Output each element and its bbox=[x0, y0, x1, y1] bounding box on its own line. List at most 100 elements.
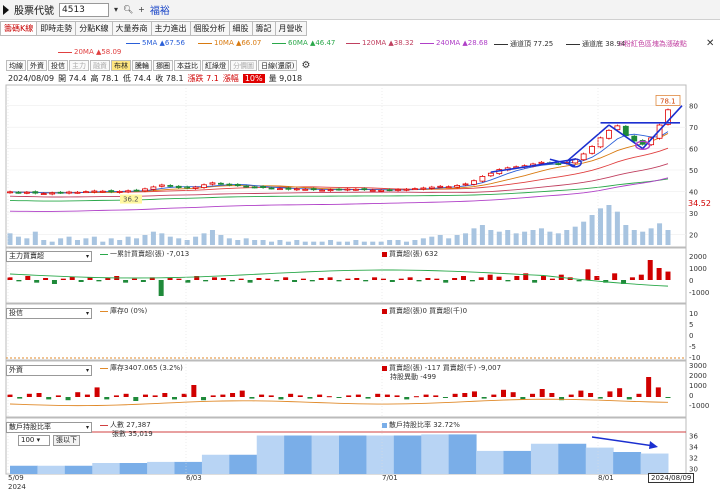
main-force-bar bbox=[469, 280, 475, 282]
candle-body bbox=[606, 129, 612, 139]
foreign-bar bbox=[26, 393, 32, 397]
volume-bar bbox=[184, 240, 190, 245]
retail-ratio-bar bbox=[64, 465, 93, 474]
candle-body bbox=[23, 191, 30, 194]
retail-ratio-bar bbox=[339, 435, 367, 474]
main-force-bar bbox=[425, 278, 431, 280]
volume-bar bbox=[378, 241, 384, 245]
main-force-bar bbox=[176, 278, 182, 280]
candle-body bbox=[445, 186, 452, 189]
volume-bar bbox=[142, 235, 148, 245]
foreign-bar bbox=[268, 395, 274, 397]
candle-body bbox=[386, 189, 393, 192]
main-force-bar bbox=[532, 280, 538, 283]
main-force-bar bbox=[585, 269, 591, 280]
main-force-bar bbox=[256, 278, 262, 280]
holders-axis-label: 32 bbox=[689, 455, 698, 463]
main-force-select[interactable]: 主力買賣超 ▾ bbox=[6, 250, 92, 262]
holders-select[interactable]: 散戶持股比率 ▾ bbox=[6, 421, 92, 433]
foreign-bar bbox=[578, 390, 584, 397]
volume-bar bbox=[49, 241, 55, 245]
candle-body bbox=[32, 191, 39, 194]
foreign-bar bbox=[278, 397, 284, 400]
foreign-bar bbox=[471, 391, 477, 397]
volume-bar bbox=[446, 238, 452, 245]
retail-ratio-bar bbox=[256, 435, 285, 474]
main-force-bar bbox=[140, 280, 146, 282]
foreign-hold: 庫存3407.065 (3.2%) bbox=[100, 363, 183, 373]
retail-ratio-bar bbox=[37, 465, 66, 474]
x-label-3: 8/01 bbox=[598, 474, 614, 482]
volume-bar bbox=[134, 238, 140, 245]
foreign-bar bbox=[220, 394, 226, 397]
main-force-bar bbox=[372, 277, 378, 280]
holders-controls: 100 ▾ 張以下 bbox=[18, 435, 80, 446]
volume-bar bbox=[606, 205, 612, 245]
trend-arrow-head bbox=[649, 441, 658, 449]
candle-body bbox=[108, 190, 115, 193]
volume-bar bbox=[547, 231, 553, 245]
foreign-select[interactable]: 外資 ▾ bbox=[6, 364, 92, 376]
foreign-bar bbox=[142, 394, 148, 397]
main-force-bar bbox=[265, 278, 271, 280]
volume-bar bbox=[344, 241, 350, 245]
main-force-bar bbox=[96, 280, 102, 282]
foreign-axis-label: 0 bbox=[689, 392, 693, 400]
main-force-bar bbox=[212, 277, 218, 280]
volume-bar bbox=[302, 241, 308, 245]
price-axis-label: 30 bbox=[689, 210, 698, 218]
foreign-bar bbox=[365, 397, 371, 399]
main-force-bar bbox=[363, 280, 369, 282]
main-force-bar bbox=[327, 277, 333, 280]
candle-body bbox=[74, 191, 81, 194]
main-force-bar bbox=[60, 278, 66, 280]
volume-bar bbox=[311, 241, 317, 245]
main-force-bar bbox=[220, 278, 226, 280]
main-force-bar bbox=[105, 278, 111, 280]
main-force-bar bbox=[158, 280, 164, 296]
volume-bar bbox=[555, 233, 561, 245]
holders-unit-button[interactable]: 張以下 bbox=[53, 435, 80, 446]
candle-body bbox=[184, 186, 191, 189]
retail-ratio-bar bbox=[284, 435, 313, 474]
volume-bar bbox=[353, 240, 359, 245]
main-force-cum: 一累計買賣超(張) -7,013 bbox=[100, 249, 189, 259]
x-label-1: 6/03 bbox=[186, 474, 202, 482]
volume-bar bbox=[572, 226, 578, 245]
main-force-bar bbox=[78, 280, 84, 282]
trust-net: 買賣超(張)0 買賣超(千)0 bbox=[382, 306, 467, 316]
foreign-bar bbox=[510, 392, 516, 397]
foreign-bar bbox=[568, 394, 574, 397]
main-force-axis-label: 2000 bbox=[689, 253, 707, 261]
foreign-bar bbox=[230, 393, 236, 397]
foreign-bar bbox=[75, 392, 81, 397]
foreign-bar bbox=[626, 397, 632, 400]
candle-body bbox=[336, 188, 342, 191]
volume-bar bbox=[294, 240, 300, 245]
main-force-net: 買賣超(張) 632 bbox=[382, 249, 438, 259]
high-price-tag-text: 78.1 bbox=[660, 97, 676, 105]
trend-arrow-line bbox=[591, 436, 655, 447]
candle-body bbox=[192, 186, 199, 189]
candle-body bbox=[471, 180, 477, 185]
foreign-bar bbox=[394, 395, 400, 397]
retail-ratio-bar bbox=[393, 435, 422, 474]
foreign-bar bbox=[481, 397, 487, 399]
main-force-bar bbox=[16, 280, 22, 282]
volume-bar bbox=[100, 241, 106, 245]
holders-threshold-select[interactable]: 100 ▾ bbox=[18, 435, 50, 446]
volume-bar bbox=[24, 238, 30, 245]
foreign-bar bbox=[36, 393, 42, 397]
price-axis-label: 60 bbox=[689, 146, 698, 154]
candle-body bbox=[83, 191, 89, 194]
candle-body bbox=[344, 188, 351, 191]
trust-select[interactable]: 投信 ▾ bbox=[6, 307, 92, 319]
volume-bar bbox=[176, 238, 182, 245]
low-price-tag-text: 36.2 bbox=[123, 196, 139, 204]
volume-bar bbox=[319, 241, 325, 245]
foreign-bar bbox=[375, 393, 381, 397]
main-force-bar bbox=[514, 276, 520, 280]
candle-body bbox=[454, 185, 461, 188]
main-force-bar bbox=[309, 280, 315, 282]
candle-body bbox=[226, 183, 233, 186]
